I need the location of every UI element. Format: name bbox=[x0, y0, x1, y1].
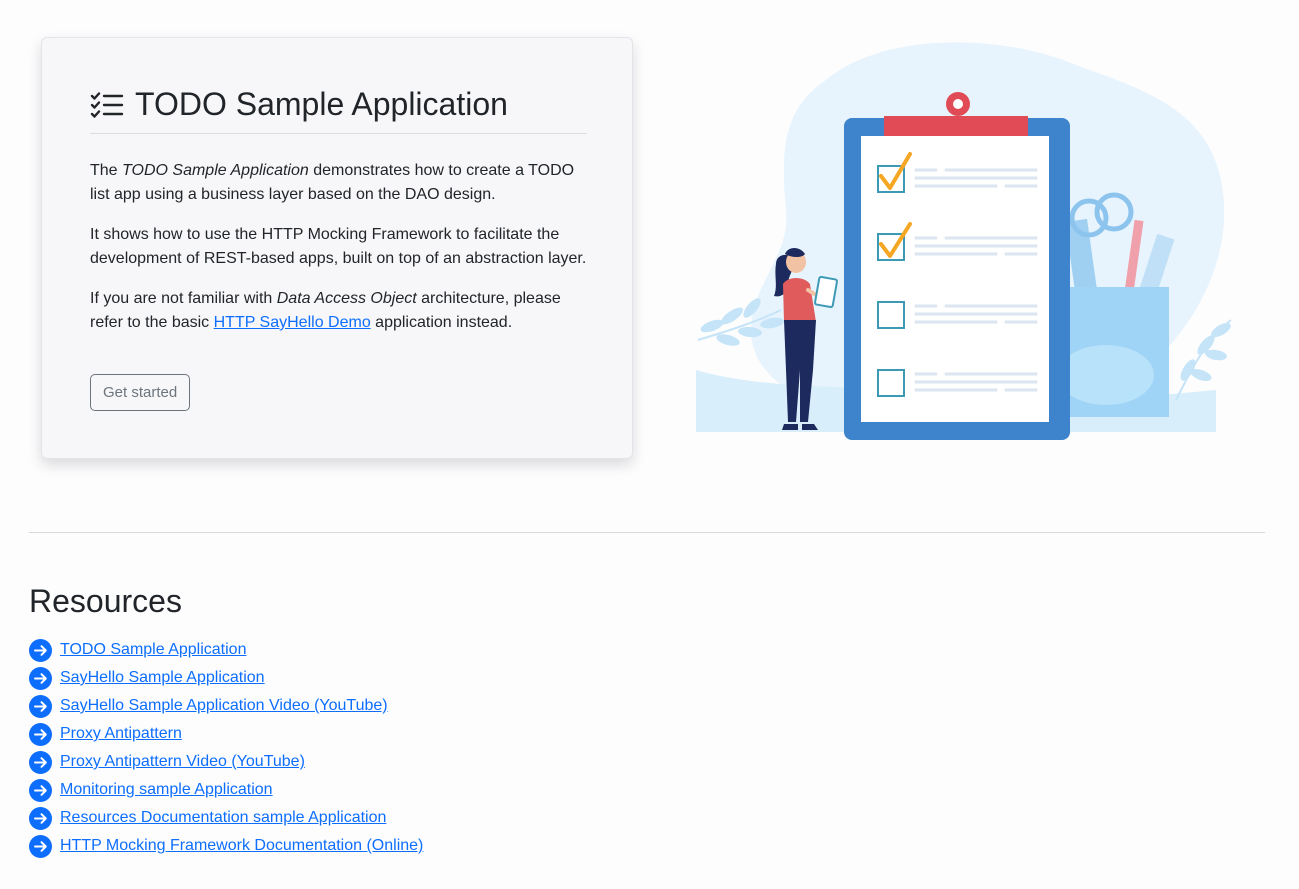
resource-link-sayhello-sample[interactable]: SayHello Sample Application bbox=[60, 669, 265, 687]
resource-link-todo-sample[interactable]: TODO Sample Application bbox=[60, 641, 246, 659]
section-divider bbox=[29, 532, 1265, 533]
list-item: SayHello Sample Application bbox=[29, 664, 423, 692]
list-check-icon bbox=[90, 91, 124, 118]
arrow-right-circle-icon bbox=[29, 778, 52, 802]
sayhello-demo-link[interactable]: HTTP SayHello Demo bbox=[214, 314, 371, 331]
list-item: Resources Documentation sample Applicati… bbox=[29, 804, 423, 832]
resource-link-resources-documentation[interactable]: Resources Documentation sample Applicati… bbox=[60, 809, 386, 827]
intro-paragraph: The TODO Sample Application demonstrates… bbox=[90, 159, 590, 207]
arrow-right-circle-icon bbox=[29, 722, 52, 746]
resource-link-sayhello-video[interactable]: SayHello Sample Application Video (YouTu… bbox=[60, 697, 388, 715]
list-item: TODO Sample Application bbox=[29, 636, 423, 664]
arrow-right-circle-icon bbox=[29, 750, 52, 774]
dao-text-end: application instead. bbox=[370, 314, 513, 331]
dao-term: Data Access Object bbox=[276, 290, 417, 307]
title-divider bbox=[90, 133, 587, 134]
hero-card: TODO Sample Application The TODO Sample … bbox=[41, 37, 633, 459]
arrow-right-circle-icon bbox=[29, 694, 52, 718]
framework-text: It shows how to use the HTTP Mocking Fra… bbox=[90, 226, 587, 267]
list-item: HTTP Mocking Framework Documentation (On… bbox=[29, 832, 423, 860]
intro-app-name: TODO Sample Application bbox=[122, 162, 309, 179]
resource-link-proxy-antipattern[interactable]: Proxy Antipattern bbox=[60, 725, 182, 743]
get-started-button[interactable]: Get started bbox=[90, 374, 191, 411]
framework-paragraph: It shows how to use the HTTP Mocking Fra… bbox=[90, 223, 590, 271]
page-title-text: TODO Sample Application bbox=[135, 86, 508, 122]
intro-text-start: The bbox=[90, 162, 123, 179]
resource-link-mocking-framework-docs[interactable]: HTTP Mocking Framework Documentation (On… bbox=[60, 837, 423, 855]
resource-link-monitoring-sample[interactable]: Monitoring sample Application bbox=[60, 781, 273, 799]
arrow-right-circle-icon bbox=[29, 806, 52, 830]
arrow-right-circle-icon bbox=[29, 666, 52, 690]
list-item: Monitoring sample Application bbox=[29, 776, 423, 804]
resources-list: TODO Sample Application SayHello Sample … bbox=[29, 636, 423, 860]
list-item: Proxy Antipattern bbox=[29, 720, 423, 748]
page-title: TODO Sample Application bbox=[90, 86, 508, 123]
clipboard-checklist-illustration bbox=[696, 42, 1232, 440]
list-item: SayHello Sample Application Video (YouTu… bbox=[29, 692, 423, 720]
dao-text-start: If you are not familiar with bbox=[90, 290, 277, 307]
arrow-right-circle-icon bbox=[29, 834, 52, 858]
resource-link-proxy-antipattern-video[interactable]: Proxy Antipattern Video (YouTube) bbox=[60, 753, 305, 771]
dao-paragraph: If you are not familiar with Data Access… bbox=[90, 287, 590, 335]
list-item: Proxy Antipattern Video (YouTube) bbox=[29, 748, 423, 776]
resources-heading: Resources bbox=[29, 583, 182, 619]
arrow-right-circle-icon bbox=[29, 638, 52, 662]
